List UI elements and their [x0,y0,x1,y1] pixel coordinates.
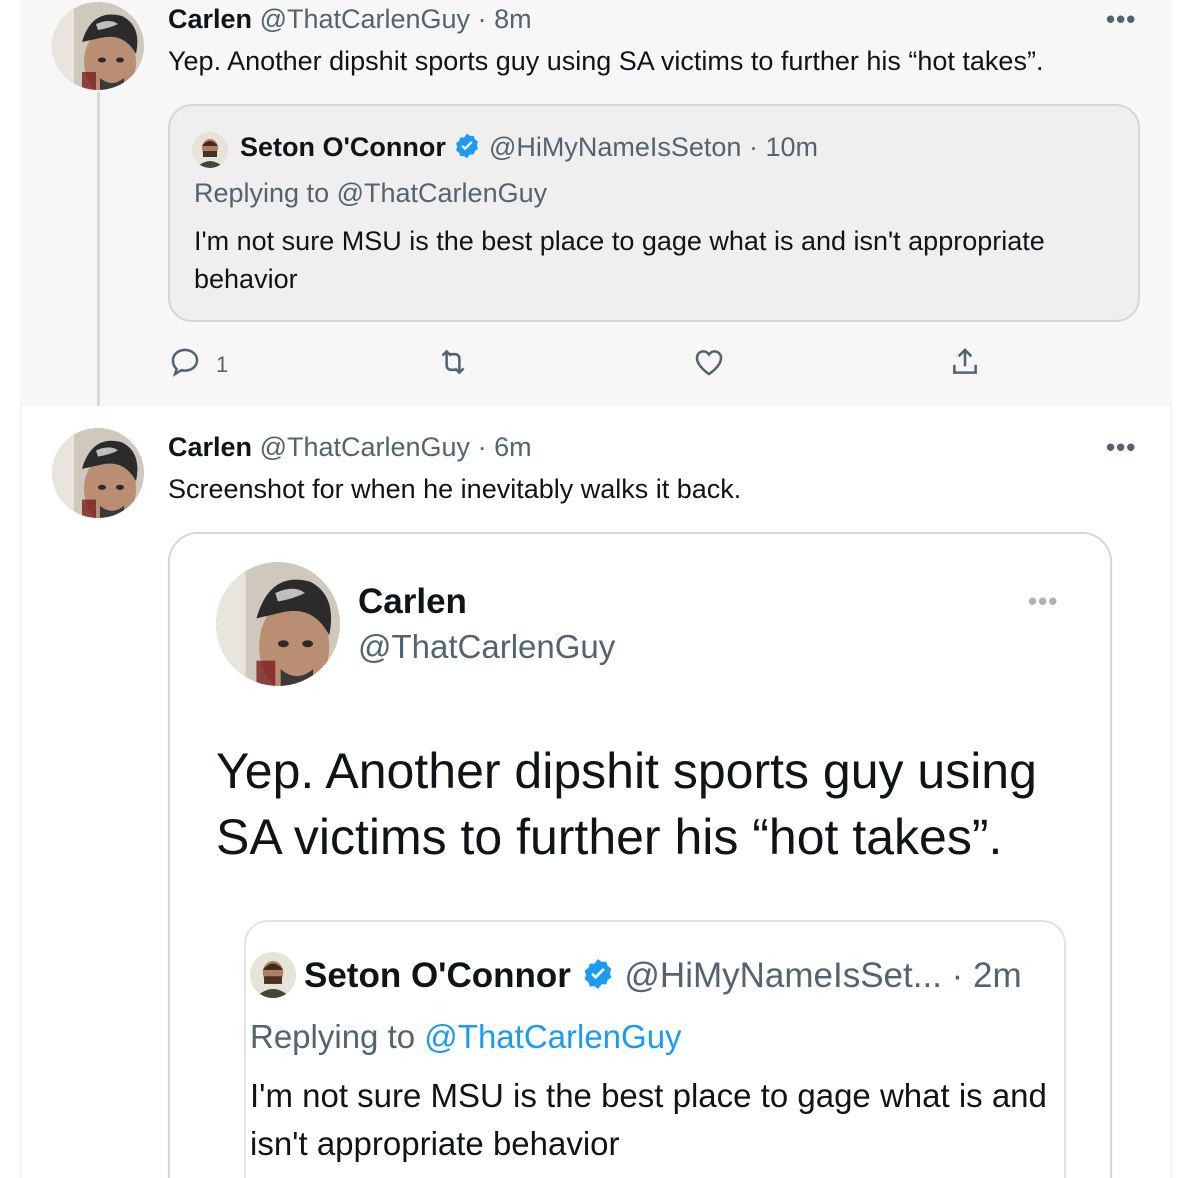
quoted-display-name: Seton O'Connor [240,132,446,162]
display-name[interactable]: Carlen [168,4,252,34]
quoted-handle: @HiMyNameIsSeton [488,132,742,162]
profile-photo-icon [192,132,228,168]
like-icon [692,345,726,385]
profile-photo-icon [52,428,144,518]
quoted-timestamp: 10m [765,132,818,162]
avatar[interactable] [52,428,144,518]
screenshot-quoted-header: Seton O'Connor @HiMyNameIsSet... · 2m [304,956,1022,1000]
attached-screenshot-image[interactable]: Carlen @ThatCarlenGuy ••• Yep. Another d… [168,532,1112,1178]
screenshot-quoted-tweet: Seton O'Connor @HiMyNameIsSet... · 2m Re… [244,920,1066,1178]
replying-to: Replying to @ThatCarlenGuy [194,178,547,209]
screenshot-quoted-display-name: Seton O'Connor [304,956,571,995]
separator-dot: · [951,956,974,995]
quoted-avatar [192,132,228,168]
replying-to-label: Replying to [194,178,330,208]
tweet-1-text: Yep. Another dipshit sports guy using SA… [168,46,1044,76]
like-button[interactable] [692,345,726,385]
timestamp[interactable]: 6m [494,432,532,462]
verified-badge-icon [453,132,481,167]
timestamp[interactable]: 8m [494,4,532,34]
screenshot-quoted-text: I'm not sure MSU is the best place to ga… [250,1077,1047,1162]
more-options-icon[interactable]: ••• [1106,4,1136,35]
screenshot-quoted-timestamp: 2m [973,956,1022,995]
reply-button[interactable]: 1 [168,345,228,385]
user-handle[interactable]: @ThatCarlenGuy [260,432,471,462]
quoted-tweet[interactable]: Seton O'Connor @HiMyNameIsSeton · 10m Re… [168,104,1140,322]
separator-dot: · [477,432,495,462]
reply-count: 1 [216,352,229,377]
tweet-2-text: Screenshot for when he inevitably walks … [168,474,742,504]
replying-to-handle: @ThatCarlenGuy [424,1018,682,1055]
quoted-text: I'm not sure MSU is the best place to ga… [194,226,1045,294]
more-options-icon[interactable]: ••• [1106,432,1136,463]
screenshot-quoted-handle: @HiMyNameIsSet... [624,956,942,995]
screenshot-avatar [216,562,340,686]
verified-badge-icon [581,957,615,1000]
tweet-actions-bar: 1 [168,345,988,385]
profile-photo-icon [52,2,144,90]
screenshot-more-icon: ••• [1028,586,1059,616]
screenshot-tweet-text: Yep. Another dipshit sports guy using SA… [216,743,1037,865]
tweet-1-header: Carlen @ThatCarlenGuy · 8m [168,4,532,35]
share-icon [948,345,982,385]
separator-dot: · [477,4,495,34]
thread-connector-line [97,92,100,420]
reply-icon [168,345,202,385]
profile-photo-icon [216,562,340,686]
avatar[interactable] [52,2,144,90]
profile-photo-icon [250,952,296,998]
quoted-header: Seton O'Connor @HiMyNameIsSeton · 10m [240,132,818,167]
screenshot-quoted-avatar [250,952,296,998]
replying-to-handle: @ThatCarlenGuy [336,178,548,208]
screenshot-replying-to: Replying to @ThatCarlenGuy [250,1018,682,1056]
timeline: Carlen @ThatCarlenGuy · 8m ••• Yep. Anot… [0,0,1200,1178]
replying-to-label: Replying to [250,1018,416,1055]
screenshot-display-name: Carlen [358,582,467,621]
separator-dot: · [748,132,766,162]
display-name[interactable]: Carlen [168,432,252,462]
retweet-button[interactable] [436,345,470,385]
share-button[interactable] [948,345,982,385]
tweet-2-header: Carlen @ThatCarlenGuy · 6m [168,432,532,463]
user-handle[interactable]: @ThatCarlenGuy [260,4,471,34]
retweet-icon [436,345,470,385]
screenshot-handle: @ThatCarlenGuy [358,628,616,665]
